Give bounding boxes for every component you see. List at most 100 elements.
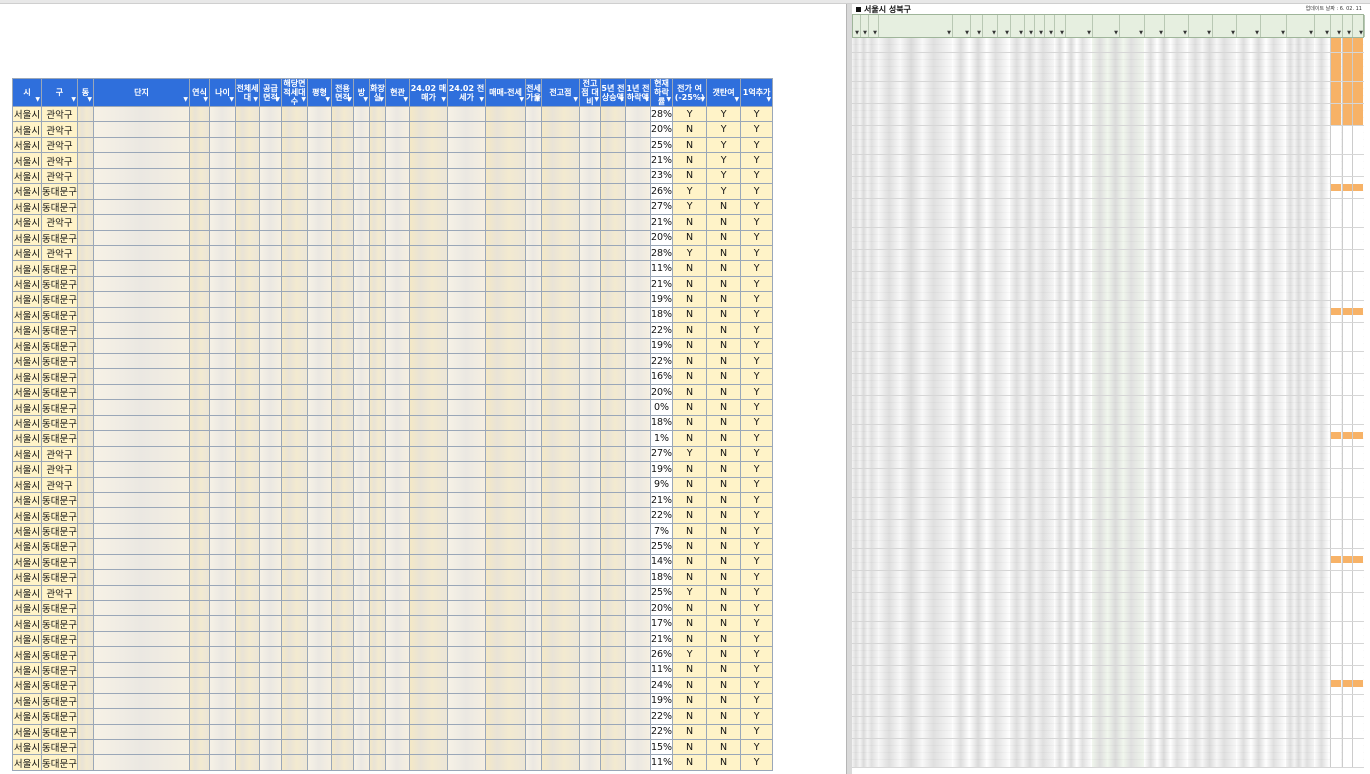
right-flag-cell[interactable] bbox=[1352, 198, 1363, 206]
cell-drop-rate[interactable]: 18% bbox=[649, 569, 674, 586]
cell-city[interactable]: 서울시 bbox=[12, 723, 42, 740]
cell-flag-25[interactable]: Y bbox=[672, 198, 708, 216]
cell-city[interactable]: 서울시 bbox=[12, 491, 42, 509]
cell-city[interactable]: 서울시 bbox=[12, 738, 42, 756]
right-flag-cell[interactable] bbox=[1352, 709, 1363, 717]
right-flag-cell[interactable] bbox=[1352, 497, 1363, 505]
cell-drop-rate[interactable]: 20% bbox=[649, 121, 674, 138]
right-flag-cell[interactable] bbox=[1330, 548, 1341, 556]
right-flag-cell[interactable] bbox=[1352, 242, 1363, 250]
cell-flag-100m[interactable]: Y bbox=[740, 646, 774, 663]
cell-flag-gap[interactable]: Y bbox=[706, 121, 742, 138]
cell-flag-100m[interactable]: Y bbox=[740, 584, 774, 602]
cell-flag-100m[interactable]: Y bbox=[740, 167, 774, 185]
right-flag-cell[interactable] bbox=[1352, 293, 1363, 301]
cell-district[interactable]: 동대문구 bbox=[41, 661, 78, 679]
cell-city[interactable]: 서울시 bbox=[12, 306, 42, 324]
cell-drop-rate[interactable]: 11% bbox=[649, 754, 674, 771]
right-flag-cell[interactable] bbox=[1352, 402, 1363, 410]
cell-flag-gap[interactable]: N bbox=[706, 291, 742, 308]
cell-flag-25[interactable]: N bbox=[672, 229, 708, 246]
filter-dropdown-icon[interactable]: ▼ bbox=[965, 30, 969, 36]
right-flag-cell[interactable] bbox=[1330, 672, 1341, 680]
right-flag-cell[interactable] bbox=[1352, 45, 1363, 53]
cell-drop-rate[interactable]: 21% bbox=[649, 152, 674, 169]
cell-city[interactable]: 서울시 bbox=[12, 553, 42, 571]
column-header-11[interactable]: 방 ▼ bbox=[352, 78, 370, 107]
cell-drop-rate[interactable]: 19% bbox=[649, 337, 674, 355]
cell-flag-100m[interactable]: Y bbox=[740, 368, 774, 385]
right-flag-cell[interactable] bbox=[1330, 650, 1341, 658]
right-flag-cell[interactable] bbox=[1352, 410, 1363, 418]
cell-flag-gap[interactable]: N bbox=[706, 306, 742, 324]
right-flag-cell[interactable] bbox=[1330, 614, 1341, 622]
cell-flag-100m[interactable]: Y bbox=[740, 507, 774, 524]
cell-city[interactable]: 서울시 bbox=[12, 368, 42, 385]
right-flag-cell[interactable] bbox=[1330, 658, 1341, 666]
cell-flag-100m[interactable]: Y bbox=[740, 476, 774, 493]
column-header-2[interactable]: 동 ▼ bbox=[76, 78, 94, 107]
right-flag-cell[interactable] bbox=[1352, 446, 1363, 454]
right-flag-cell[interactable] bbox=[1330, 497, 1341, 505]
cell-flag-gap[interactable]: N bbox=[706, 322, 742, 339]
filter-dropdown-icon[interactable]: ▼ bbox=[363, 95, 368, 104]
cell-district[interactable]: 동대문구 bbox=[41, 337, 78, 355]
filter-dropdown-icon[interactable]: ▼ bbox=[619, 95, 624, 104]
right-column-header[interactable]: ▼ bbox=[869, 15, 879, 37]
filter-dropdown-icon[interactable]: ▼ bbox=[325, 95, 330, 104]
column-header-24[interactable]: 갯탄여 ▼ bbox=[706, 78, 742, 107]
filter-dropdown-icon[interactable]: ▼ bbox=[479, 95, 484, 104]
cell-flag-25[interactable]: N bbox=[672, 461, 708, 478]
cell-district[interactable]: 동대문구 bbox=[41, 368, 78, 385]
filter-dropdown-icon[interactable]: ▼ bbox=[855, 30, 859, 36]
cell-city[interactable]: 서울시 bbox=[12, 352, 42, 370]
right-flag-cell[interactable] bbox=[1352, 38, 1363, 45]
right-flag-cell[interactable] bbox=[1330, 607, 1341, 615]
right-flag-cell[interactable] bbox=[1330, 52, 1341, 60]
right-flag-cell[interactable] bbox=[1352, 235, 1363, 243]
right-flag-cell[interactable] bbox=[1352, 169, 1363, 177]
cell-flag-25[interactable]: N bbox=[672, 522, 708, 540]
cell-district[interactable]: 동대문구 bbox=[41, 677, 78, 694]
column-header-9[interactable]: 평형 ▼ bbox=[306, 78, 332, 107]
right-flag-cell[interactable] bbox=[1352, 191, 1363, 199]
column-header-12[interactable]: 화장실 ▼ bbox=[368, 78, 386, 107]
cell-flag-25[interactable]: N bbox=[672, 322, 708, 339]
right-flag-cell[interactable] bbox=[1352, 745, 1363, 753]
right-flag-cell[interactable] bbox=[1330, 526, 1341, 534]
filter-dropdown-icon[interactable]: ▼ bbox=[1183, 30, 1187, 36]
cell-flag-gap[interactable]: N bbox=[706, 430, 742, 447]
cell-flag-25[interactable]: N bbox=[672, 337, 708, 355]
right-flag-cell[interactable] bbox=[1330, 198, 1341, 206]
right-column-header[interactable]: ▼ bbox=[1035, 15, 1045, 37]
column-header-6[interactable]: 전체세대 ▼ bbox=[234, 78, 260, 107]
right-flag-cell[interactable] bbox=[1352, 67, 1363, 75]
cell-district[interactable]: 동대문구 bbox=[41, 322, 78, 339]
right-flag-cell[interactable] bbox=[1352, 556, 1363, 564]
cell-flag-gap[interactable]: N bbox=[706, 198, 742, 216]
right-flag-cell[interactable] bbox=[1330, 220, 1341, 228]
right-flag-cell[interactable] bbox=[1352, 395, 1363, 403]
cell-district[interactable]: 관악구 bbox=[41, 136, 78, 154]
filter-dropdown-icon[interactable]: ▼ bbox=[1231, 30, 1235, 36]
cell-flag-25[interactable]: N bbox=[672, 167, 708, 185]
right-flag-cell[interactable] bbox=[1330, 395, 1341, 403]
cell-flag-gap[interactable]: N bbox=[706, 522, 742, 540]
cell-flag-gap[interactable]: N bbox=[706, 445, 742, 463]
column-header-16[interactable]: 매매-전세 ▼ bbox=[484, 78, 526, 107]
right-flag-cell[interactable] bbox=[1352, 249, 1363, 257]
right-flag-cell[interactable] bbox=[1352, 643, 1363, 651]
filter-dropdown-icon[interactable]: ▼ bbox=[347, 95, 352, 104]
cell-city[interactable]: 서울시 bbox=[12, 630, 42, 648]
right-flag-cell[interactable] bbox=[1352, 388, 1363, 396]
cell-flag-25[interactable]: Y bbox=[672, 445, 708, 463]
cell-district[interactable]: 동대문구 bbox=[41, 723, 78, 740]
cell-city[interactable]: 서울시 bbox=[12, 507, 42, 524]
right-flag-cell[interactable] bbox=[1330, 723, 1341, 731]
filter-dropdown-icon[interactable]: ▼ bbox=[1207, 30, 1211, 36]
right-flag-cell[interactable] bbox=[1352, 74, 1363, 82]
cell-flag-gap[interactable]: N bbox=[706, 337, 742, 355]
right-flag-cell[interactable] bbox=[1352, 432, 1363, 440]
cell-district[interactable]: 동대문구 bbox=[41, 738, 78, 756]
cell-flag-gap[interactable]: N bbox=[706, 414, 742, 432]
